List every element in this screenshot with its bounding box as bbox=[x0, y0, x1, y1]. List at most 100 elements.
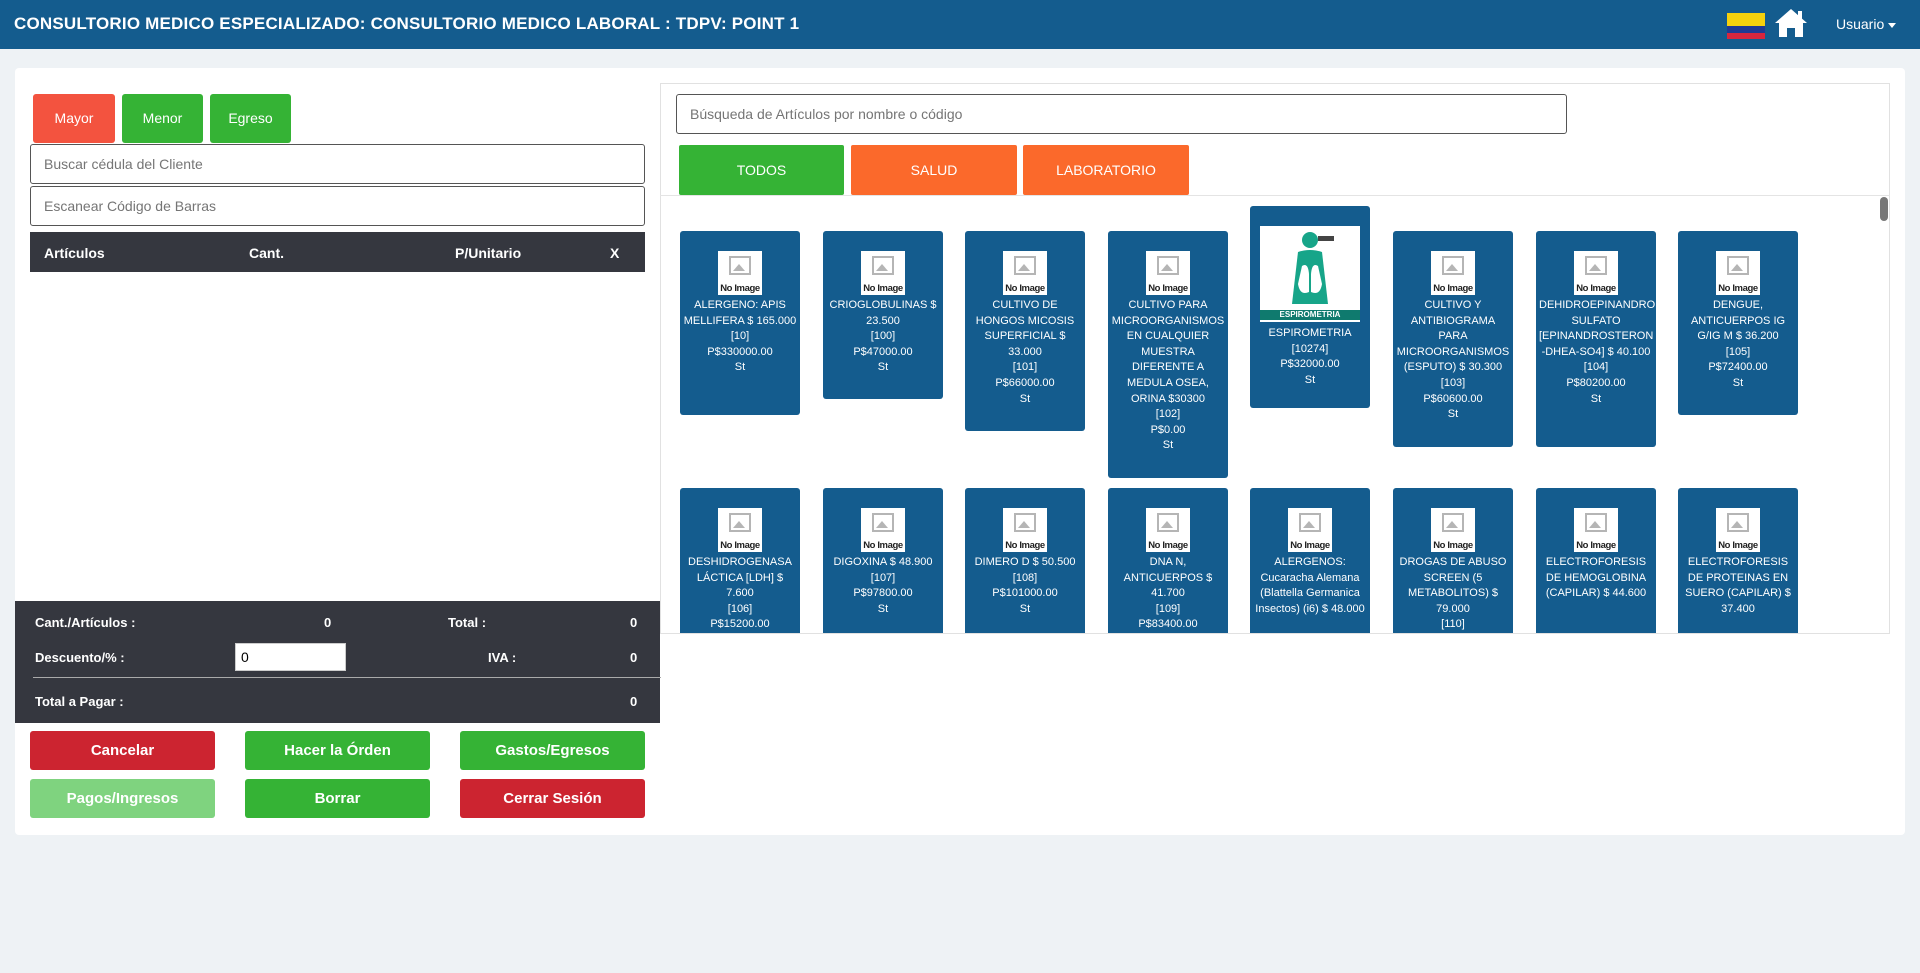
product-card[interactable]: No Image CULTIVO Y ANTIBIOGRAMA PARA MICR… bbox=[1393, 231, 1513, 447]
iva-value: 0 bbox=[630, 650, 638, 665]
product-grid-scrollbar[interactable] bbox=[1880, 197, 1888, 221]
product-card[interactable]: No Image CRIOGLOBULINAS $ 23.500 [100] P$47… bbox=[823, 231, 943, 399]
product-search-input[interactable] bbox=[676, 94, 1567, 134]
product-unit: St bbox=[877, 602, 889, 615]
product-card[interactable]: No Image DENGUE, ANTICUERPOS IG G/IG M $ … bbox=[1678, 231, 1798, 415]
product-card[interactable]: No Image ELECTROFORESIS DE HEMOGLOBINA (C… bbox=[1536, 488, 1656, 633]
no-image-label: No Image bbox=[720, 283, 760, 294]
product-price: P$80200.00 bbox=[1566, 376, 1626, 389]
product-card[interactable]: No Image DESHIDROGENASA LÁCTICA [LDH] $ 7… bbox=[680, 488, 800, 633]
product-card[interactable]: No Image ALERGENO: APIS MELLIFERA $ 165.0… bbox=[680, 231, 800, 415]
product-name: DNA N, ANTICUERPOS $ 41.700 bbox=[1123, 556, 1213, 600]
product-card[interactable]: No Image DNA N, ANTICUERPOS $ 41.700 [109]… bbox=[1108, 488, 1228, 633]
product-unit: St bbox=[1304, 373, 1316, 386]
product-price: P$32000.00 bbox=[1280, 358, 1340, 371]
product-card[interactable]: No Image DEHIDROEPINANDRO SULFATO [EPINAN… bbox=[1536, 231, 1656, 447]
user-menu[interactable]: Usuario bbox=[1836, 16, 1897, 32]
page-title: CONSULTORIO MEDICO ESPECIALIZADO: CONSUL… bbox=[14, 14, 800, 33]
product-name: CRIOGLOBULINAS $ 23.500 bbox=[829, 299, 937, 327]
cart-table-header: Artículos Cant. P/Unitario X bbox=[30, 232, 645, 272]
no-image-label: No Image bbox=[1148, 540, 1188, 551]
no-image-icon: No Image bbox=[861, 251, 905, 295]
product-code: [109] bbox=[1155, 602, 1181, 615]
no-image-icon: No Image bbox=[1574, 251, 1618, 295]
total-to-pay-value: 0 bbox=[630, 694, 638, 709]
no-image-icon: No Image bbox=[718, 251, 762, 295]
no-image-icon: No Image bbox=[1431, 508, 1475, 552]
product-code: [105] bbox=[1725, 345, 1751, 358]
place-order-button[interactable]: Hacer la Órden bbox=[245, 731, 430, 770]
product-price: P$66000.00 bbox=[995, 376, 1055, 389]
product-card[interactable]: No Image ALERGENOS: Cucaracha Alemana (Bl… bbox=[1250, 488, 1370, 633]
totals-divider bbox=[33, 677, 661, 678]
total-to-pay-label: Total a Pagar : bbox=[35, 694, 124, 709]
product-name: DENGUE, ANTICUERPOS IG G/IG M $ 36.200 bbox=[1690, 299, 1786, 343]
home-icon[interactable] bbox=[1774, 7, 1808, 39]
no-image-icon: No Image bbox=[1574, 508, 1618, 552]
product-card[interactable]: No Image CULTIVO DE HONGOS MICOSIS SUPERF… bbox=[965, 231, 1085, 431]
no-image-icon: No Image bbox=[718, 508, 762, 552]
product-unit: St bbox=[877, 361, 889, 374]
barcode-scan-input[interactable] bbox=[30, 186, 645, 226]
product-unit: St bbox=[1162, 439, 1174, 452]
product-card[interactable]: ESPIROMETRIA ESPIROMETRIA [10274] P$32000.0… bbox=[1250, 206, 1370, 408]
no-image-label: No Image bbox=[1005, 283, 1045, 294]
product-name: ESPIROMETRIA bbox=[1268, 327, 1352, 339]
no-image-label: No Image bbox=[1290, 540, 1330, 551]
tab-mayor[interactable]: Mayor bbox=[33, 94, 115, 143]
delete-button[interactable]: Borrar bbox=[245, 779, 430, 818]
totals-panel: Cant./Artículos : 0 Total : 0 Descuento/… bbox=[15, 601, 661, 723]
no-image-icon: No Image bbox=[1146, 251, 1190, 295]
product-code: [102] bbox=[1155, 408, 1181, 421]
logout-button[interactable]: Cerrar Sesión bbox=[460, 779, 645, 818]
no-image-label: No Image bbox=[1433, 540, 1473, 551]
no-image-label: No Image bbox=[1005, 540, 1045, 551]
no-image-label: No Image bbox=[1718, 540, 1758, 551]
top-navbar: CONSULTORIO MEDICO ESPECIALIZADO: CONSUL… bbox=[0, 0, 1920, 49]
customer-id-search-input[interactable] bbox=[30, 144, 645, 184]
product-name: CULTIVO Y ANTIBIOGRAMA PARA MICROORGANIS… bbox=[1396, 299, 1510, 374]
product-name: DEHIDROEPINANDRO SULFATO [EPINANDROSTERO… bbox=[1539, 299, 1656, 358]
total-label: Total : bbox=[448, 615, 487, 630]
product-card[interactable]: No Image ELECTROFORESIS DE PROTEINAS EN S… bbox=[1678, 488, 1798, 633]
no-image-icon: No Image bbox=[1288, 508, 1332, 552]
product-card[interactable]: No Image CULTIVO PARA MICROORGANISMOS EN … bbox=[1108, 231, 1228, 478]
category-salud-button[interactable]: SALUD bbox=[851, 145, 1017, 195]
product-code: [103] bbox=[1440, 376, 1466, 389]
category-laboratorio-button[interactable]: LABORATORIO bbox=[1023, 145, 1189, 195]
tab-menor[interactable]: Menor bbox=[122, 94, 203, 143]
product-code: [10274] bbox=[1291, 342, 1329, 355]
product-price: P$0.00 bbox=[1150, 423, 1186, 436]
product-name: ALERGENO: APIS MELLIFERA $ 165.000 bbox=[683, 299, 797, 327]
product-name: ELECTROFORESIS DE PROTEINAS EN SUERO (CA… bbox=[1685, 556, 1791, 615]
tab-egreso[interactable]: Egreso bbox=[210, 94, 291, 143]
product-unit: St bbox=[1019, 392, 1031, 405]
product-price: P$83400.00 bbox=[1138, 618, 1198, 631]
category-todos-button[interactable]: TODOS bbox=[679, 145, 844, 195]
product-card[interactable]: No Image DROGAS DE ABUSO SCREEN (5 METABO… bbox=[1393, 488, 1513, 633]
product-card[interactable]: No Image DIMERO D $ 50.500 [108] P$101000.0… bbox=[965, 488, 1085, 633]
product-card[interactable]: No Image DIGOXINA $ 48.900 [107] P$97800.00… bbox=[823, 488, 943, 633]
product-code: [108] bbox=[1012, 571, 1038, 584]
product-price: P$330000.00 bbox=[707, 345, 773, 358]
product-code: [101] bbox=[1012, 361, 1038, 374]
product-code: [110] bbox=[1441, 618, 1465, 631]
discount-input[interactable] bbox=[235, 643, 346, 671]
user-menu-label: Usuario bbox=[1836, 16, 1885, 32]
product-unit: St bbox=[1590, 392, 1602, 405]
product-name: DROGAS DE ABUSO SCREEN (5 METABOLITOS) $… bbox=[1399, 556, 1507, 615]
total-value: 0 bbox=[630, 615, 638, 630]
cancel-button[interactable]: Cancelar bbox=[30, 731, 215, 770]
expenses-button[interactable]: Gastos/Egresos bbox=[460, 731, 645, 770]
no-image-icon: No Image bbox=[1431, 251, 1475, 295]
no-image-icon: No Image bbox=[1716, 508, 1760, 552]
product-unit: St bbox=[734, 361, 746, 374]
no-image-label: No Image bbox=[1433, 283, 1473, 294]
product-name: DIMERO D $ 50.500 bbox=[974, 556, 1076, 568]
product-code: [10] bbox=[730, 330, 750, 343]
no-image-label: No Image bbox=[863, 540, 903, 551]
column-remove: X bbox=[610, 245, 620, 261]
espirometria-image: ESPIROMETRIA bbox=[1260, 226, 1360, 322]
payments-button[interactable]: Pagos/Ingresos bbox=[30, 779, 215, 818]
discount-label: Descuento/% : bbox=[35, 650, 125, 665]
